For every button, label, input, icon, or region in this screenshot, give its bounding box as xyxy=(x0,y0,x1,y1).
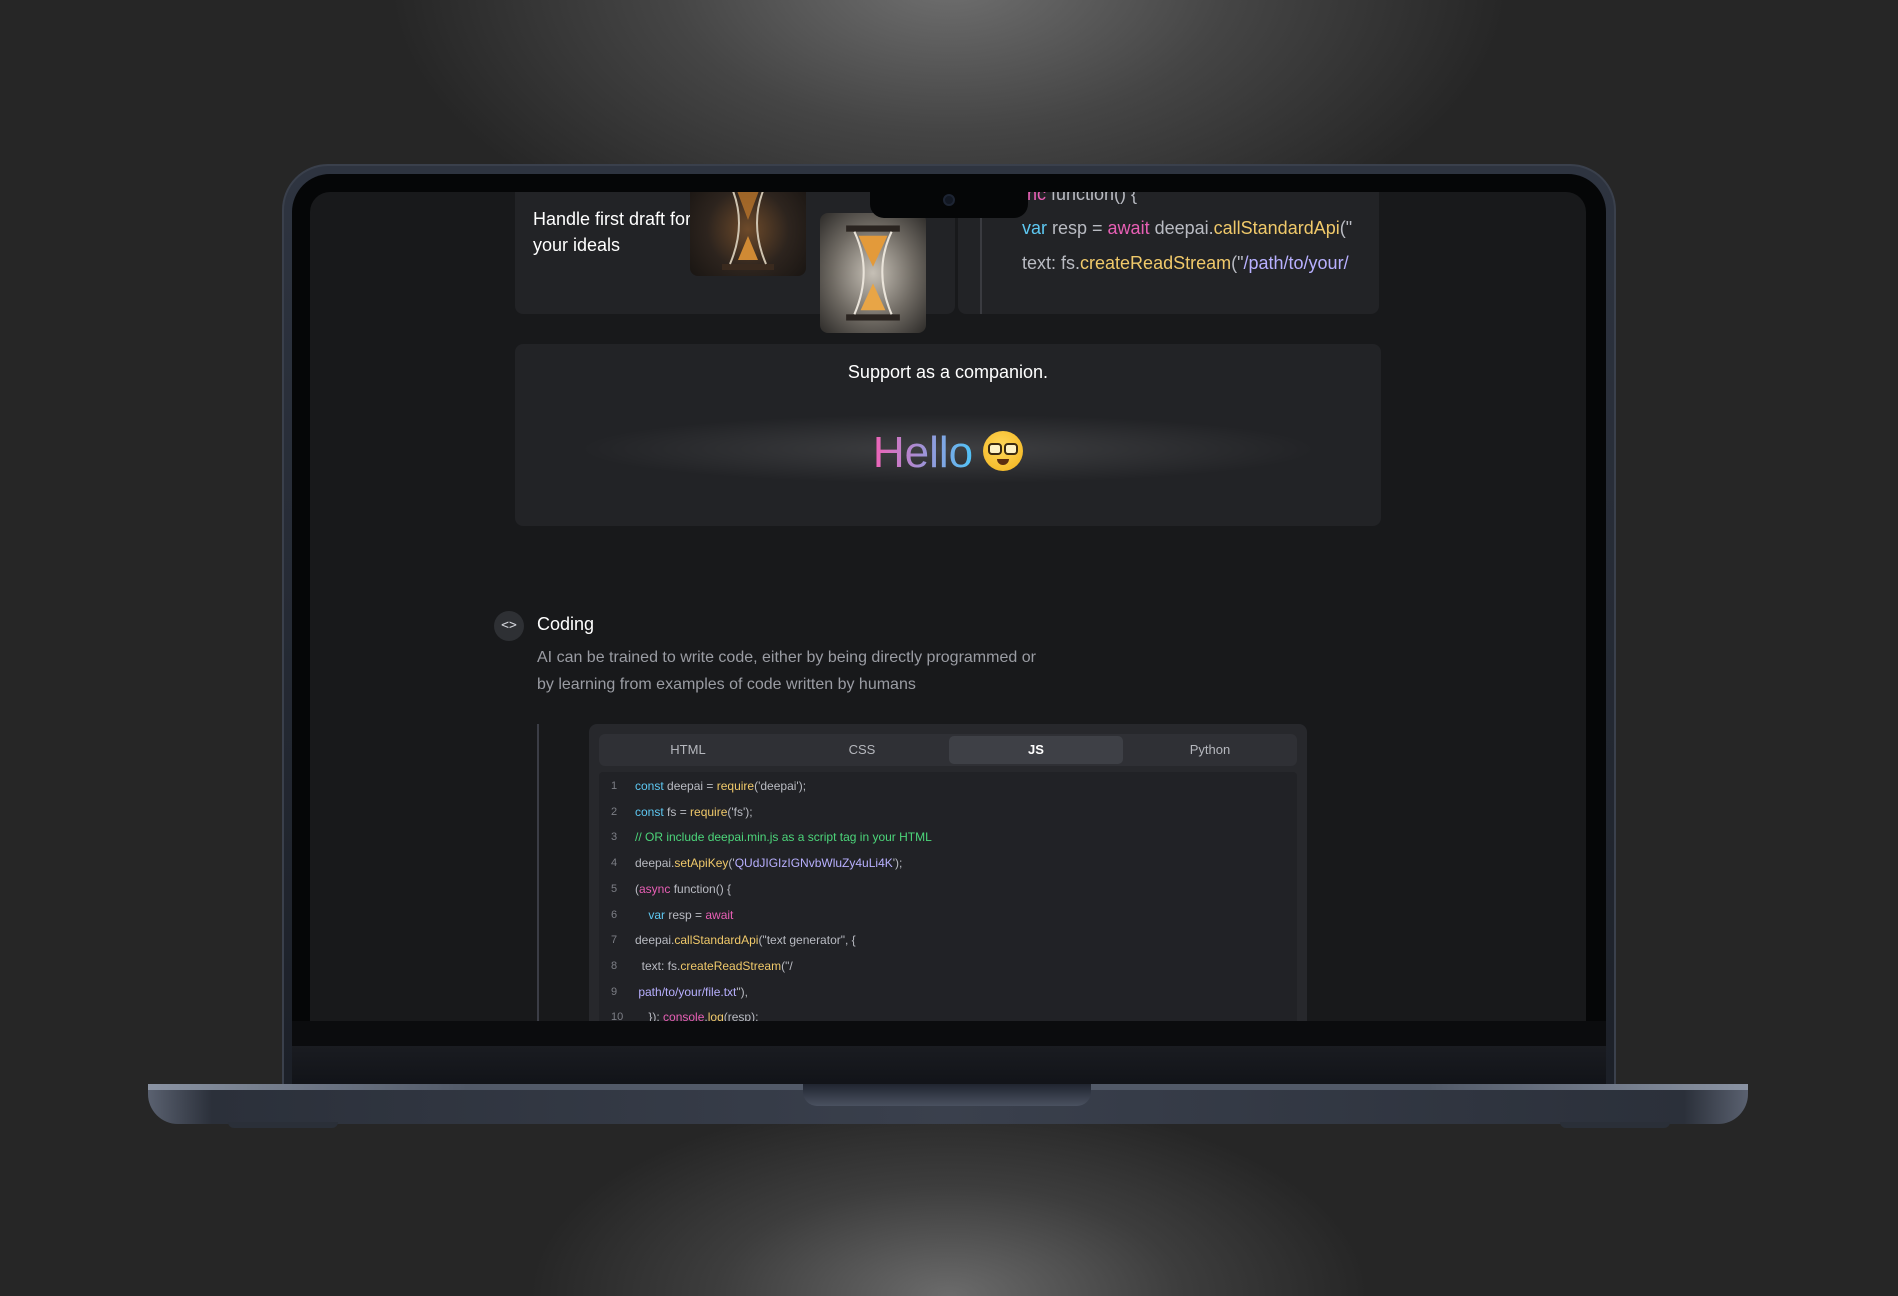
code-panel: HTML CSS JS Python 1 const deepai = requi… xyxy=(589,724,1307,1021)
code-token: createReadStream xyxy=(680,958,782,973)
code-token: }); xyxy=(635,1010,664,1021)
tab-js[interactable]: JS xyxy=(949,736,1123,764)
code-token: async xyxy=(639,881,671,896)
code-token: const xyxy=(635,804,664,819)
code-token: (resp); xyxy=(723,1010,759,1021)
companion-title: Support as a companion. xyxy=(847,362,1049,382)
code-token: fs = xyxy=(663,804,691,819)
line-number: 2 xyxy=(611,805,618,818)
line-code: const fs = require('fs'); xyxy=(635,802,753,822)
line-number: 4 xyxy=(611,857,618,870)
line-number: 9 xyxy=(611,985,618,998)
code-token: deepai. xyxy=(635,856,675,871)
code-preview: (async function() {var resp = await deep… xyxy=(980,192,1379,314)
code-token: deepai = xyxy=(663,779,717,793)
code-token: setApiKey xyxy=(674,856,729,871)
line-code: // OR include deepai.min.js as a script … xyxy=(635,827,932,847)
laptop-foot-right xyxy=(1560,1122,1670,1128)
code-token: function() { xyxy=(670,881,732,896)
code-token: "), xyxy=(736,984,748,999)
code-token: await xyxy=(705,907,734,922)
section-divider-line xyxy=(537,724,539,1021)
code-token: require xyxy=(690,804,728,819)
line-code: var resp = await xyxy=(635,905,733,925)
hourglass-image-light xyxy=(820,213,926,333)
tab-python[interactable]: Python xyxy=(1123,736,1297,764)
line-number: 5 xyxy=(611,882,618,895)
code-token: log xyxy=(707,1010,724,1021)
code-token: require xyxy=(716,779,755,793)
code-token: ("text generator", { xyxy=(758,933,856,948)
laptop-foot-left xyxy=(228,1122,338,1128)
nerd-face-emoji-icon xyxy=(983,431,1024,471)
hourglass-image xyxy=(690,192,806,276)
code-token: console xyxy=(663,1010,705,1021)
camera-notch xyxy=(870,186,1028,218)
code-token: ('deepai'); xyxy=(754,779,807,793)
line-number: 1 xyxy=(611,780,618,792)
line-number: 6 xyxy=(611,908,618,921)
code-editor: 1 const deepai = require('deepai'); 2 const… xyxy=(599,772,1297,1021)
laptop-hinge-notch xyxy=(803,1084,1091,1106)
code-token: resp = xyxy=(665,907,706,922)
code-token: '); xyxy=(892,856,903,871)
line-number: 7 xyxy=(611,934,618,947)
code-token: callStandardApi xyxy=(1213,218,1340,238)
code-token: const xyxy=(635,779,664,793)
hello-text: Hello xyxy=(872,428,974,477)
code-token: // OR include deepai.min.js as a script … xyxy=(635,830,932,845)
tab-html[interactable]: HTML xyxy=(601,736,775,764)
code-token: function() { xyxy=(1046,192,1138,204)
coding-description: AI can be trained to write code, either … xyxy=(537,649,1036,693)
code-token: resp = xyxy=(1047,218,1108,238)
language-tabs: HTML CSS JS Python xyxy=(599,734,1297,766)
line-number: 3 xyxy=(611,831,618,844)
tab-css[interactable]: CSS xyxy=(775,736,949,764)
code-token: await xyxy=(1107,218,1150,238)
code-token: text: fs. xyxy=(635,958,681,973)
code-token: callStandardApi xyxy=(674,933,759,948)
code-token: createReadStream xyxy=(1080,253,1232,273)
line-code: path/to/your/file.txt"), xyxy=(635,982,748,1002)
code-token: ("/ xyxy=(781,958,793,973)
code-preview-line: text: fs.createReadStream("/path/to/your… xyxy=(1022,253,1349,274)
line-code: deepai.callStandardApi("text generator",… xyxy=(635,930,856,950)
code-token: ('fs'); xyxy=(727,804,753,819)
code-token: text: fs. xyxy=(1022,253,1081,273)
code-token: deepai. xyxy=(635,933,675,948)
code-token: /path/to/your/ xyxy=(1243,253,1349,273)
line-code: const deepai = require('deepai'); xyxy=(635,776,806,796)
code-token: QUdJIGIzIGNvbWluZy4uLi4K xyxy=(734,856,893,871)
code-preview-line: var resp = await deepai.callStandardApi(… xyxy=(1022,218,1352,239)
camera-icon xyxy=(943,194,955,206)
code-token: path/to/your/file.txt xyxy=(635,984,737,999)
hello-greeting: Hello xyxy=(515,426,1381,480)
line-code: }); console.log(resp); xyxy=(635,1007,758,1021)
code-token: deepai. xyxy=(1149,218,1214,238)
line-code: deepai.setApiKey('QUdJIGIzIGNvbWluZy4uLi… xyxy=(635,853,902,873)
code-token: (" xyxy=(1231,253,1244,273)
first-draft-title: Handle first draft for your ideals xyxy=(533,209,692,255)
screen: Handle first draft for your ideals (asyn… xyxy=(310,192,1586,1021)
laptop-chin-strip xyxy=(292,1046,1606,1086)
code-token: (" xyxy=(1339,218,1353,238)
code-token: var xyxy=(1022,218,1048,238)
coding-title: Coding xyxy=(537,614,595,634)
companion-card: Support as a companion. Hello xyxy=(515,344,1381,526)
line-code: (async function() { xyxy=(635,879,731,899)
line-code: text: fs.createReadStream("/ xyxy=(635,956,793,976)
code-icon: <> xyxy=(494,611,524,641)
code-token: var xyxy=(635,907,666,922)
line-number: 8 xyxy=(611,959,618,972)
line-number: 10 xyxy=(611,1011,624,1021)
